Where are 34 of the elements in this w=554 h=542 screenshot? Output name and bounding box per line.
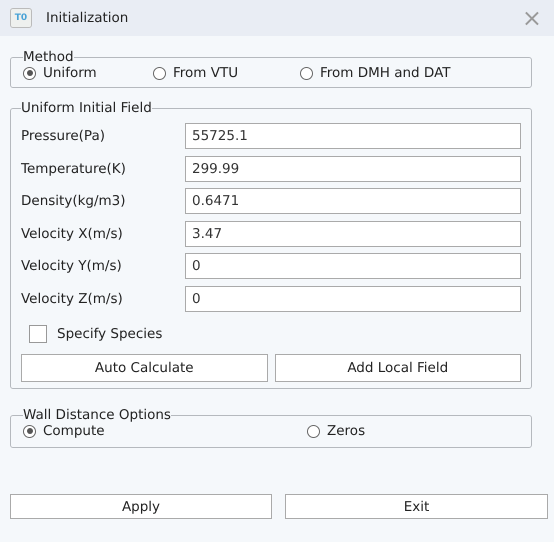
option-label: Zeros bbox=[327, 423, 366, 439]
group-title: Wall Distance Options bbox=[23, 407, 171, 423]
input-field[interactable]: 3.47 bbox=[185, 220, 521, 247]
radio-option[interactable]: Uniform bbox=[23, 65, 153, 81]
option-label: Uniform bbox=[43, 65, 97, 81]
action-button[interactable]: Auto Calculate bbox=[21, 354, 268, 382]
radio-option[interactable]: From DMH and DAT bbox=[300, 65, 519, 81]
option-label: Compute bbox=[43, 423, 105, 439]
window-title: Initialization bbox=[46, 10, 128, 26]
input-field[interactable]: 0 bbox=[185, 253, 521, 280]
input-field[interactable]: 299.99 bbox=[185, 156, 521, 182]
app-icon: T0 bbox=[10, 8, 32, 28]
group-title: Method bbox=[23, 49, 74, 65]
input-field[interactable]: 0.6471 bbox=[185, 188, 521, 214]
field-label: Temperature(K) bbox=[21, 160, 127, 177]
field-label: Density(kg/m3) bbox=[21, 193, 127, 210]
checkbox-option[interactable]: Specify Species bbox=[29, 323, 521, 345]
checkbox-label: Specify Species bbox=[57, 326, 162, 342]
dialog-button[interactable]: Exit bbox=[285, 494, 548, 519]
field-label: Pressure(Pa) bbox=[21, 128, 106, 144]
input-field[interactable]: 55725.1 bbox=[185, 123, 521, 150]
dialog-button[interactable]: Apply bbox=[10, 494, 272, 519]
radio-option[interactable]: Compute bbox=[23, 423, 307, 439]
group-title: Uniform Initial Field bbox=[21, 100, 152, 116]
option-label: From VTU bbox=[173, 65, 238, 81]
field-label: Velocity Z(m/s) bbox=[21, 290, 124, 307]
field-label: Velocity X(m/s) bbox=[21, 226, 124, 242]
action-button[interactable]: Add Local Field bbox=[274, 354, 521, 382]
input-field[interactable]: 0 bbox=[185, 286, 521, 312]
option-label: From DMH and DAT bbox=[320, 65, 451, 81]
radio-option[interactable]: Zeros bbox=[307, 423, 519, 439]
field-label: Velocity Y(m/s) bbox=[21, 258, 123, 274]
checkbox[interactable] bbox=[29, 325, 47, 343]
radio-option[interactable]: From VTU bbox=[153, 65, 300, 81]
